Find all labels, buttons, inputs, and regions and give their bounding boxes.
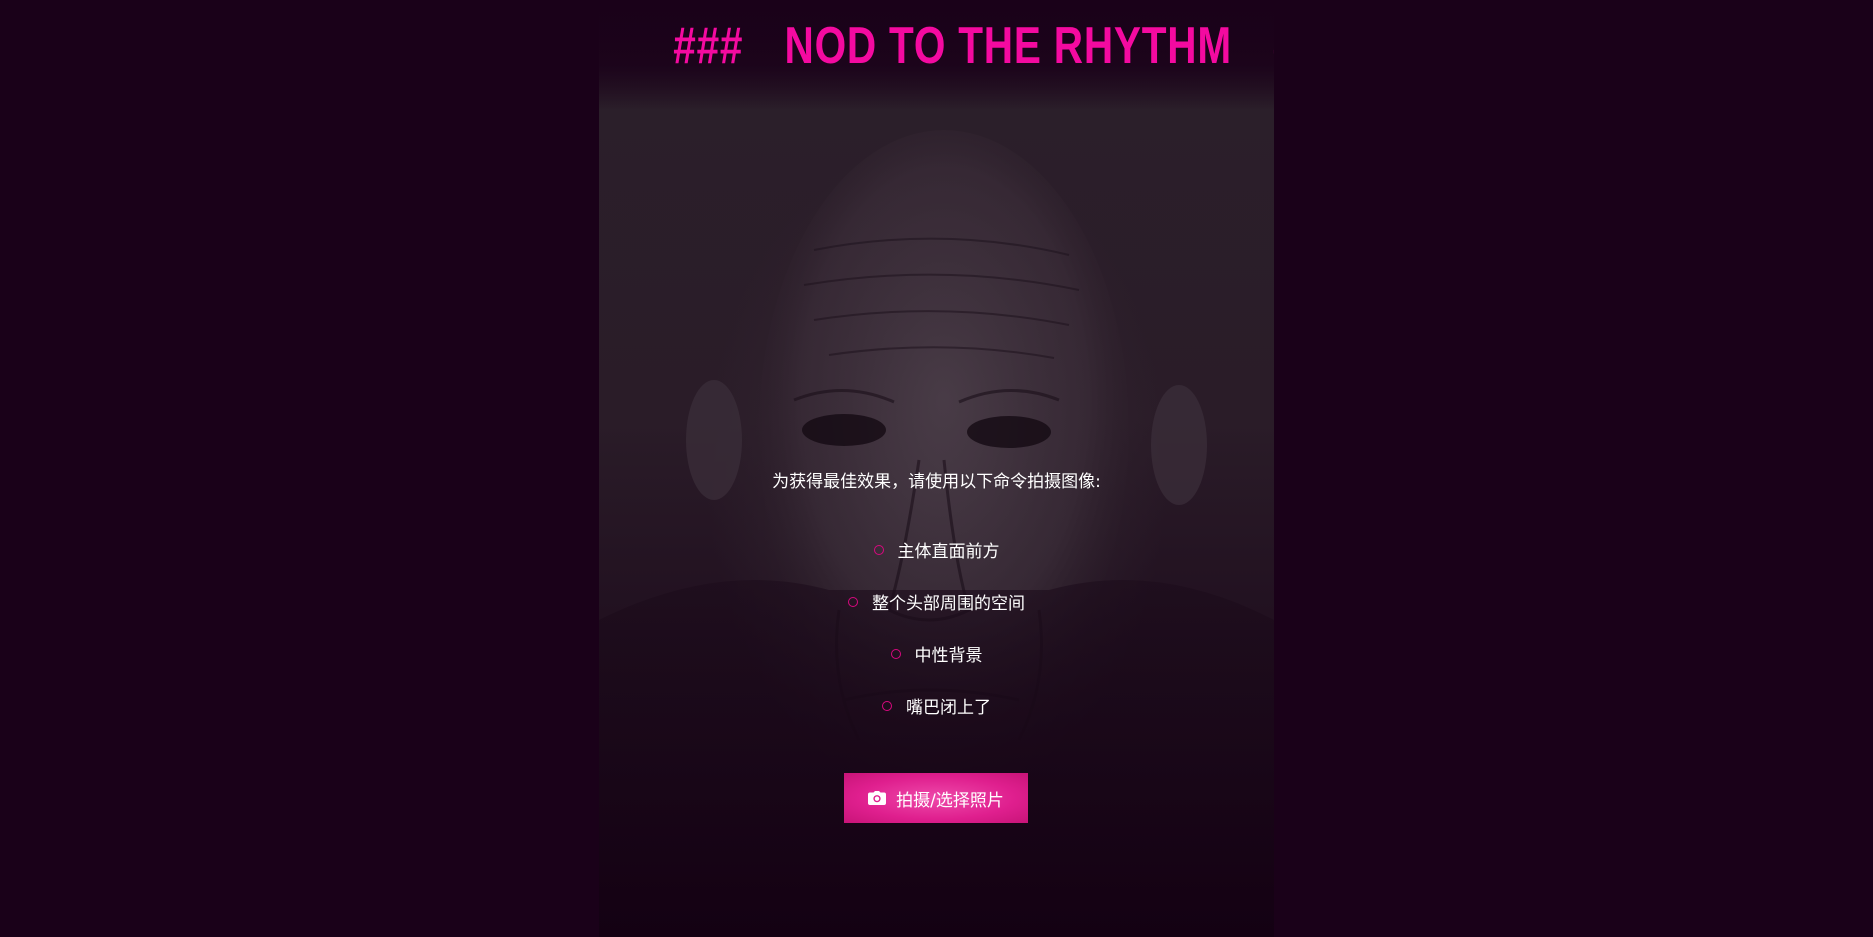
bullet-circle-icon bbox=[882, 701, 892, 711]
list-item: 嘴巴闭上了 bbox=[599, 693, 1274, 745]
main-panel: ### NOD TO THE RHYTHM ### 为获得最佳效果，请使用以下命… bbox=[599, 0, 1274, 937]
bullet-circle-icon bbox=[873, 545, 884, 555]
instructions-list: 主体直面前方 整个头部周围的空间 中性背景 嘴巴闭上了 bbox=[599, 537, 1274, 745]
list-item: 主体直面前方 bbox=[599, 537, 1274, 589]
list-item: 整个头部周围的空间 bbox=[599, 589, 1274, 641]
list-item-label: 嘴巴闭上了 bbox=[906, 698, 991, 718]
list-item-label: 整个头部周围的空间 bbox=[872, 594, 1025, 614]
bullet-circle-icon bbox=[848, 597, 858, 607]
header-bar: ### NOD TO THE RHYTHM ### bbox=[599, 0, 1274, 110]
camera-icon bbox=[868, 791, 887, 805]
title-left-mark: ### bbox=[673, 17, 744, 75]
title-text: NOD TO THE RHYTHM bbox=[784, 17, 1232, 75]
list-item-label: 中性背景 bbox=[914, 646, 983, 666]
bullet-circle-icon bbox=[890, 649, 901, 659]
instructions-intro: 为获得最佳效果，请使用以下命令拍摄图像: bbox=[772, 472, 1101, 492]
take-photo-button-label: 拍摄/选择照片 bbox=[896, 790, 1004, 811]
page-title: ### NOD TO THE RHYTHM ### bbox=[673, 14, 1274, 78]
title-right-mark: ### bbox=[1273, 17, 1274, 75]
take-photo-button[interactable]: 拍摄/选择照片 bbox=[844, 773, 1028, 823]
list-item-label: 主体直面前方 bbox=[897, 542, 1000, 562]
list-item: 中性背景 bbox=[599, 641, 1274, 693]
